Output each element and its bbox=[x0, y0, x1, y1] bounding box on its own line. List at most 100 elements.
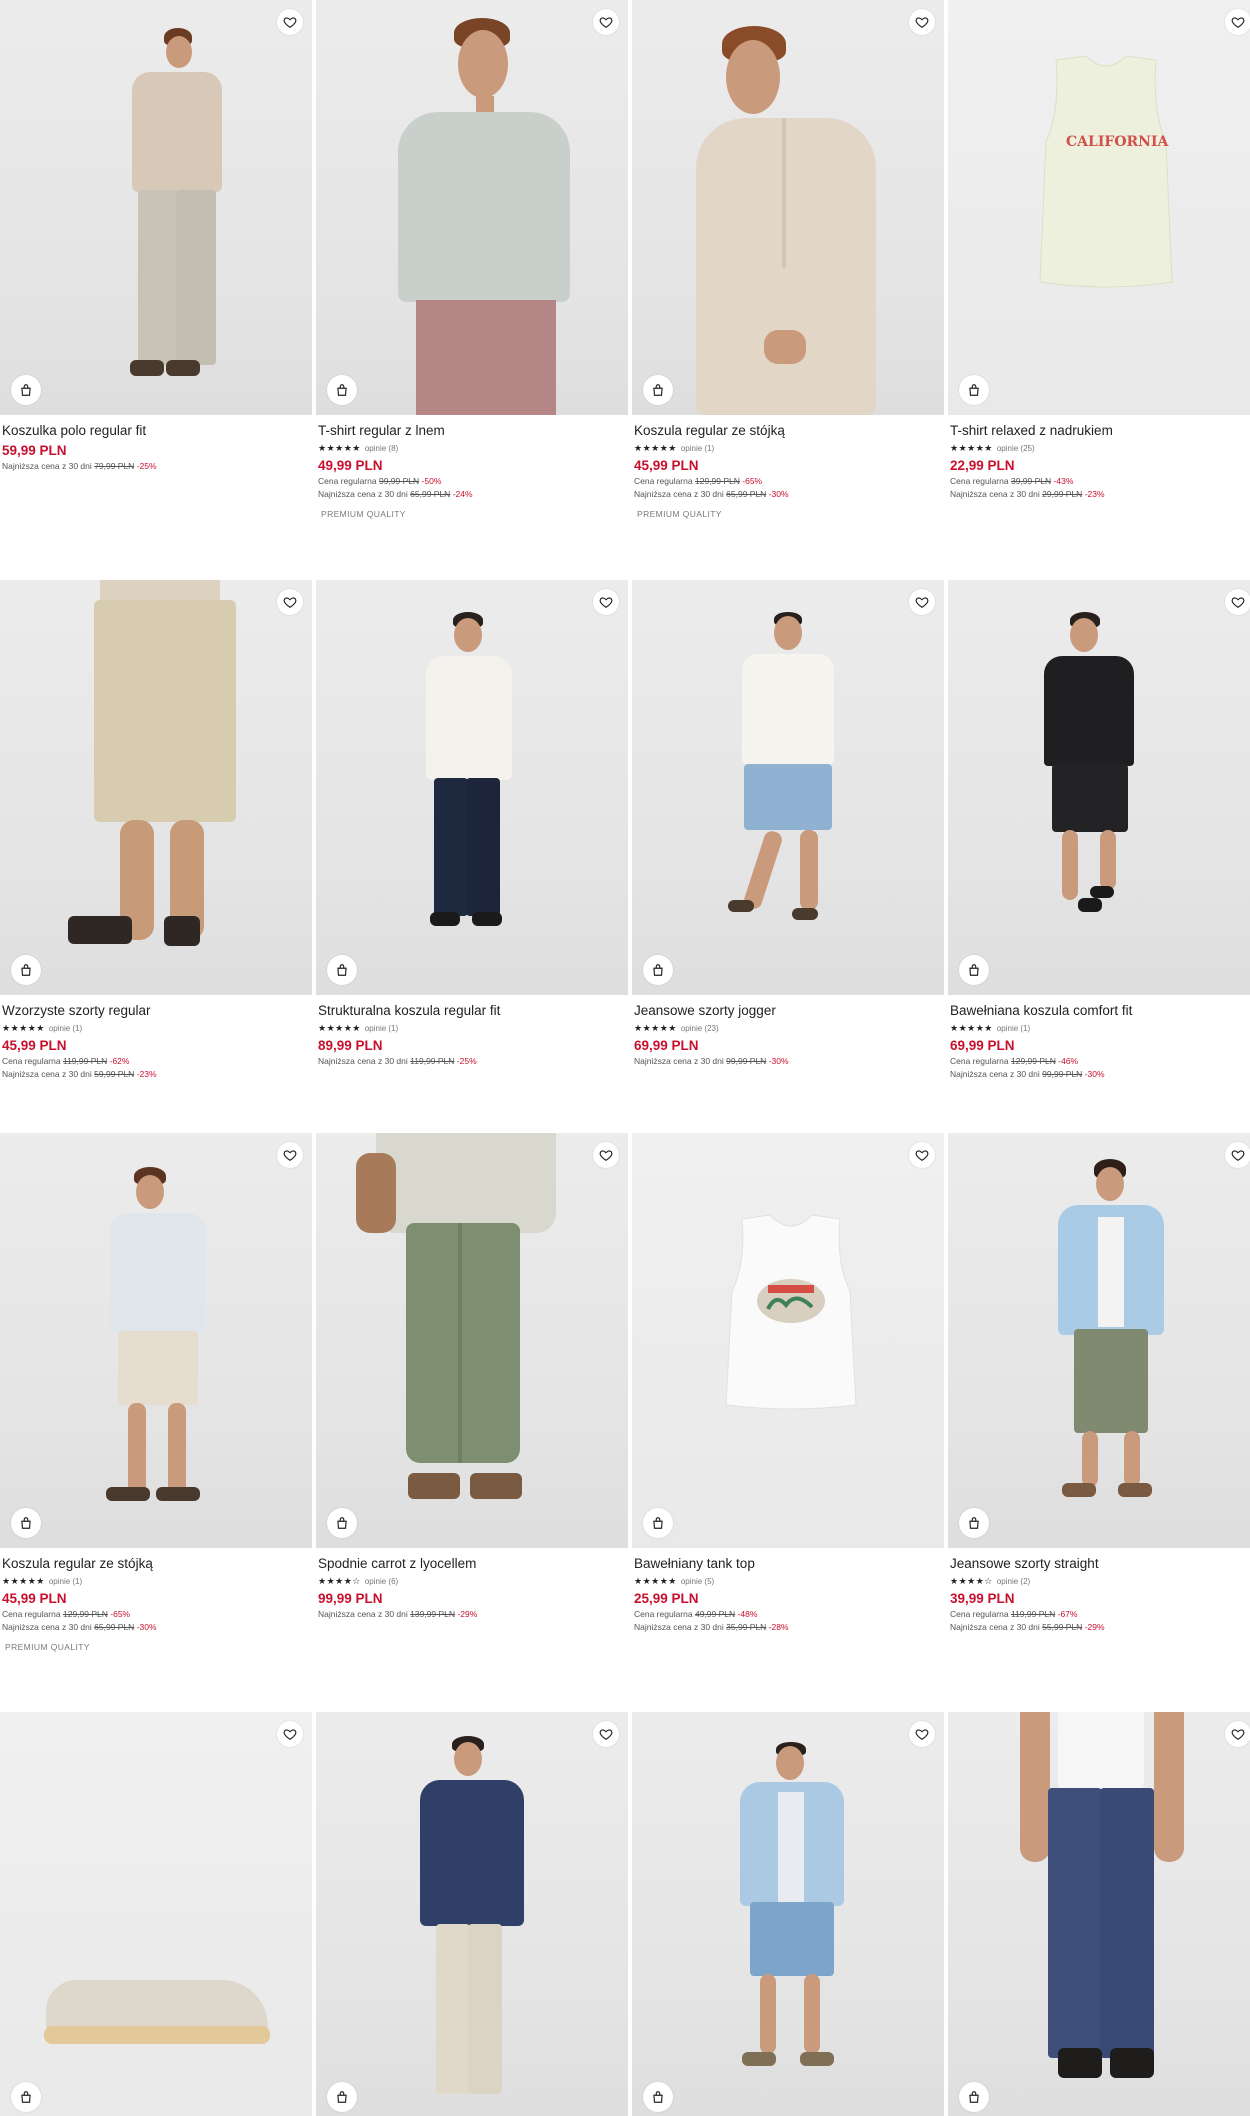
favorite-button[interactable] bbox=[593, 9, 619, 35]
heart-icon bbox=[1231, 597, 1245, 608]
review-count[interactable]: opinie (6) bbox=[365, 1577, 398, 1586]
product-card[interactable]: Bawełniana koszula comfort fit ★★★★★ opi… bbox=[948, 580, 1250, 1080]
review-count[interactable]: opinie (1) bbox=[49, 1577, 82, 1586]
product-card[interactable]: Wzorzyste szorty regular ★★★★★ opinie (1… bbox=[0, 580, 312, 1080]
product-name[interactable]: T-shirt regular z lnem bbox=[318, 423, 626, 439]
favorite-button[interactable] bbox=[593, 589, 619, 615]
product-image[interactable] bbox=[632, 580, 944, 995]
add-to-cart-button[interactable] bbox=[959, 2082, 989, 2112]
favorite-button[interactable] bbox=[1225, 1721, 1250, 1747]
product-name[interactable]: Strukturalna koszula regular fit bbox=[318, 1003, 626, 1019]
product-name[interactable]: Koszula regular ze stójką bbox=[2, 1556, 310, 1572]
product-image[interactable] bbox=[316, 1133, 628, 1548]
product-card[interactable]: Bawełniany tank top ★★★★★ opinie (5) 25,… bbox=[632, 1133, 944, 1633]
review-count[interactable]: opinie (1) bbox=[49, 1024, 82, 1033]
add-to-cart-button[interactable] bbox=[327, 1508, 357, 1538]
lowest-discount: -30% bbox=[136, 1622, 157, 1632]
review-count[interactable]: opinie (23) bbox=[681, 1024, 719, 1033]
add-to-cart-button[interactable] bbox=[643, 955, 673, 985]
add-to-cart-button[interactable] bbox=[11, 375, 41, 405]
review-count[interactable]: opinie (8) bbox=[365, 444, 398, 453]
product-image[interactable] bbox=[316, 1712, 628, 2116]
product-card[interactable]: Strukturalna koszula regular fit ★★★★★ o… bbox=[316, 580, 628, 1067]
add-to-cart-button[interactable] bbox=[959, 375, 989, 405]
product-image[interactable] bbox=[948, 580, 1250, 995]
product-image[interactable]: CALIFORNIA bbox=[948, 0, 1250, 415]
product-image[interactable] bbox=[316, 0, 628, 415]
product-image[interactable] bbox=[0, 1133, 312, 1548]
regular-discount: -65% bbox=[110, 1609, 131, 1619]
product-name[interactable]: Spodnie carrot z lyocellem bbox=[318, 1556, 626, 1572]
favorite-button[interactable] bbox=[277, 1721, 303, 1747]
product-card[interactable] bbox=[0, 1712, 312, 2116]
product-image[interactable] bbox=[632, 0, 944, 415]
favorite-button[interactable] bbox=[1225, 9, 1250, 35]
regular-price-line: Cena regularna 129,99 PLN -46% bbox=[950, 1056, 1250, 1067]
product-card[interactable]: Jeansowe szorty jogger ★★★★★ opinie (23)… bbox=[632, 580, 944, 1067]
add-to-cart-button[interactable] bbox=[327, 955, 357, 985]
product-image[interactable] bbox=[0, 1712, 312, 2116]
regular-price-line: Cena regularna 119,99 PLN -62% bbox=[2, 1056, 310, 1067]
product-card[interactable]: Koszulka polo regular fit 59,99 PLN Najn… bbox=[0, 0, 312, 472]
product-card[interactable]: T-shirt regular z lnem ★★★★★ opinie (8) … bbox=[316, 0, 628, 519]
product-image[interactable] bbox=[316, 580, 628, 995]
product-image[interactable] bbox=[0, 580, 312, 995]
product-image[interactable] bbox=[632, 1712, 944, 2116]
favorite-button[interactable] bbox=[593, 1721, 619, 1747]
product-name[interactable]: T-shirt relaxed z nadrukiem bbox=[950, 423, 1250, 439]
lowest-discount: -29% bbox=[457, 1609, 478, 1619]
favorite-button[interactable] bbox=[277, 1142, 303, 1168]
add-to-cart-button[interactable] bbox=[11, 1508, 41, 1538]
favorite-button[interactable] bbox=[1225, 589, 1250, 615]
favorite-button[interactable] bbox=[909, 589, 935, 615]
review-count[interactable]: opinie (1) bbox=[365, 1024, 398, 1033]
favorite-button[interactable] bbox=[909, 9, 935, 35]
review-count[interactable]: opinie (25) bbox=[997, 444, 1035, 453]
product-name[interactable]: Koszula regular ze stójką bbox=[634, 423, 942, 439]
product-card[interactable]: Jeansowe szorty straight ★★★★☆ opinie (2… bbox=[948, 1133, 1250, 1633]
favorite-button[interactable] bbox=[909, 1721, 935, 1747]
product-price: 45,99 PLN bbox=[2, 1591, 67, 1606]
product-card[interactable] bbox=[316, 1712, 628, 2116]
product-card[interactable]: Spodnie carrot z lyocellem ★★★★☆ opinie … bbox=[316, 1133, 628, 1620]
product-image[interactable] bbox=[948, 1712, 1250, 2116]
add-to-cart-button[interactable] bbox=[11, 2082, 41, 2112]
product-name[interactable]: Bawełniany tank top bbox=[634, 1556, 942, 1572]
regular-price: 99,99 PLN bbox=[378, 476, 420, 486]
favorite-button[interactable] bbox=[1225, 1142, 1250, 1168]
shopping-bag-icon bbox=[969, 2091, 979, 2103]
review-count[interactable]: opinie (5) bbox=[681, 1577, 714, 1586]
product-image[interactable] bbox=[948, 1133, 1250, 1548]
add-to-cart-button[interactable] bbox=[643, 2082, 673, 2112]
add-to-cart-button[interactable] bbox=[327, 375, 357, 405]
add-to-cart-button[interactable] bbox=[643, 1508, 673, 1538]
product-image[interactable] bbox=[0, 0, 312, 415]
review-count[interactable]: opinie (1) bbox=[997, 1024, 1030, 1033]
add-to-cart-button[interactable] bbox=[643, 375, 673, 405]
product-card[interactable]: CALIFORNIA T-shirt relaxed z nadrukiem ★… bbox=[948, 0, 1250, 500]
favorite-button[interactable] bbox=[277, 589, 303, 615]
review-count[interactable]: opinie (2) bbox=[997, 1577, 1030, 1586]
product-image[interactable] bbox=[632, 1133, 944, 1548]
add-to-cart-button[interactable] bbox=[327, 2082, 357, 2112]
lowest-price: 139,99 PLN bbox=[410, 1609, 456, 1619]
add-to-cart-button[interactable] bbox=[11, 955, 41, 985]
rating-stars: ★★★★★ bbox=[2, 1575, 45, 1586]
product-name[interactable]: Jeansowe szorty straight bbox=[950, 1556, 1250, 1572]
product-name[interactable]: Wzorzyste szorty regular bbox=[2, 1003, 310, 1019]
product-card[interactable] bbox=[948, 1712, 1250, 2116]
product-name[interactable]: Bawełniana koszula comfort fit bbox=[950, 1003, 1250, 1019]
product-name[interactable]: Koszulka polo regular fit bbox=[2, 423, 310, 439]
product-card[interactable]: Koszula regular ze stójką ★★★★★ opinie (… bbox=[632, 0, 944, 519]
favorite-button[interactable] bbox=[909, 1142, 935, 1168]
review-count[interactable]: opinie (1) bbox=[681, 444, 714, 453]
product-price: 25,99 PLN bbox=[634, 1591, 699, 1606]
favorite-button[interactable] bbox=[593, 1142, 619, 1168]
favorite-button[interactable] bbox=[277, 9, 303, 35]
product-card[interactable]: Koszula regular ze stójką ★★★★★ opinie (… bbox=[0, 1133, 312, 1652]
product-card[interactable] bbox=[632, 1712, 944, 2116]
add-to-cart-button[interactable] bbox=[959, 955, 989, 985]
product-name[interactable]: Jeansowe szorty jogger bbox=[634, 1003, 942, 1019]
regular-price: 39,99 PLN bbox=[1010, 476, 1052, 486]
add-to-cart-button[interactable] bbox=[959, 1508, 989, 1538]
